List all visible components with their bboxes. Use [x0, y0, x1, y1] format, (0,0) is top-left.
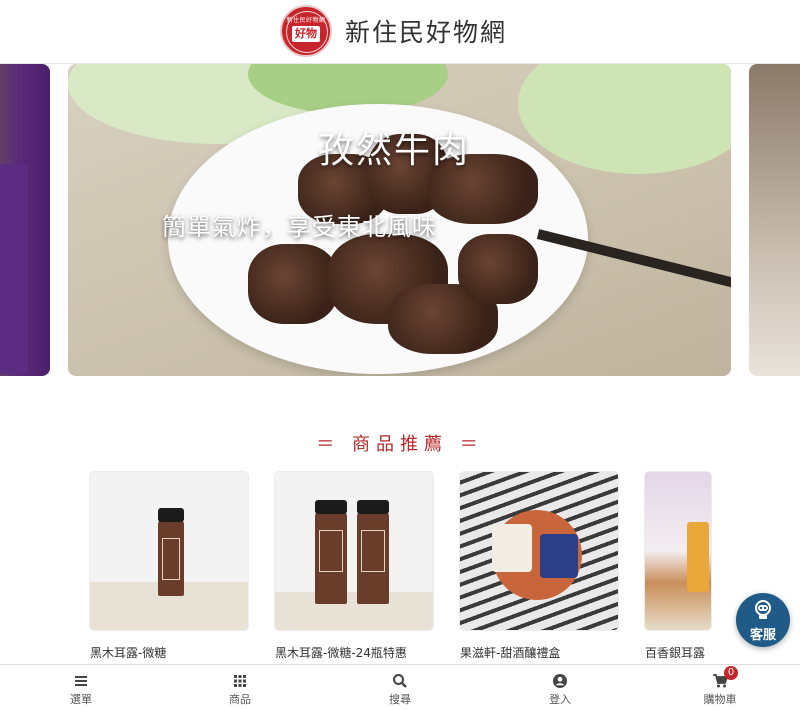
search-icon [393, 674, 407, 688]
bottom-nav: 選單 商品 搜尋 登入 0 購物車 [0, 664, 800, 709]
product-image[interactable] [460, 472, 618, 630]
bottle-image [315, 500, 347, 604]
product-image[interactable] [275, 472, 433, 630]
nav-menu-label: 選單 [70, 693, 92, 706]
carousel-active-slide[interactable]: 孜然牛肉 簡單氣炸，享受東北風味 [68, 64, 731, 376]
nav-search[interactable]: 搜尋 [360, 665, 440, 709]
cabbage-leaf-image [518, 64, 731, 174]
product-card[interactable]: 果滋軒-甜酒釀禮盒 [460, 472, 618, 660]
product-name[interactable]: 黑木耳露-微糖 [90, 644, 166, 661]
slide-subtitle: 簡單氣炸，享受東北風味 [162, 213, 437, 241]
nav-menu[interactable]: 選單 [41, 665, 121, 709]
site-header: 新住民好物網 好物 新住民好物網 [0, 0, 800, 64]
nav-search-label: 搜尋 [389, 693, 411, 706]
product-image[interactable] [90, 472, 248, 630]
menu-icon [75, 676, 87, 686]
grid-icon [234, 675, 246, 687]
logo-big-text: 好物 [292, 26, 320, 42]
logo-small-text: 新住民好物網 [286, 17, 326, 24]
beef-piece [248, 244, 338, 324]
bottle-image [158, 508, 184, 596]
carousel-prev-slide[interactable] [0, 64, 50, 376]
user-icon [553, 674, 567, 688]
product-name[interactable]: 黑木耳露-微糖-24瓶特惠 [275, 644, 407, 661]
product-image[interactable] [645, 472, 711, 630]
customer-service-button[interactable]: 客服 [736, 593, 790, 647]
product-card[interactable]: 黑木耳露-微糖 [90, 472, 248, 660]
nav-products[interactable]: 商品 [200, 665, 280, 709]
nav-products-label: 商品 [229, 693, 251, 706]
beef-piece [458, 234, 538, 304]
site-title[interactable]: 新住民好物網 [345, 13, 507, 49]
robot-icon [755, 600, 771, 619]
product-name[interactable]: 百香銀耳露 [645, 644, 705, 661]
bottle-image [357, 500, 389, 604]
site-logo[interactable]: 新住民好物網 好物 [280, 5, 332, 57]
prev-slide-packaging [0, 164, 28, 374]
nav-cart-label: 購物車 [703, 693, 737, 706]
customer-service-label: 客服 [749, 628, 776, 643]
cart-count-badge: 0 [724, 666, 738, 680]
product-card[interactable]: 黑木耳露-微糖-24瓶特惠 [275, 472, 433, 660]
section-title-recommended: ＝ 商品推薦 ＝ [316, 434, 484, 455]
hero-carousel[interactable]: 孜然牛肉 簡單氣炸，享受東北風味 [0, 64, 800, 380]
product-card[interactable]: 百香銀耳露 [645, 472, 711, 660]
carousel-next-slide[interactable] [749, 64, 800, 376]
product-name[interactable]: 果滋軒-甜酒釀禮盒 [460, 644, 560, 661]
nav-cart[interactable]: 0 購物車 [680, 665, 760, 709]
slide-title: 孜然牛肉 [318, 130, 471, 171]
nav-login-label: 登入 [549, 693, 571, 706]
nav-login[interactable]: 登入 [520, 665, 600, 709]
